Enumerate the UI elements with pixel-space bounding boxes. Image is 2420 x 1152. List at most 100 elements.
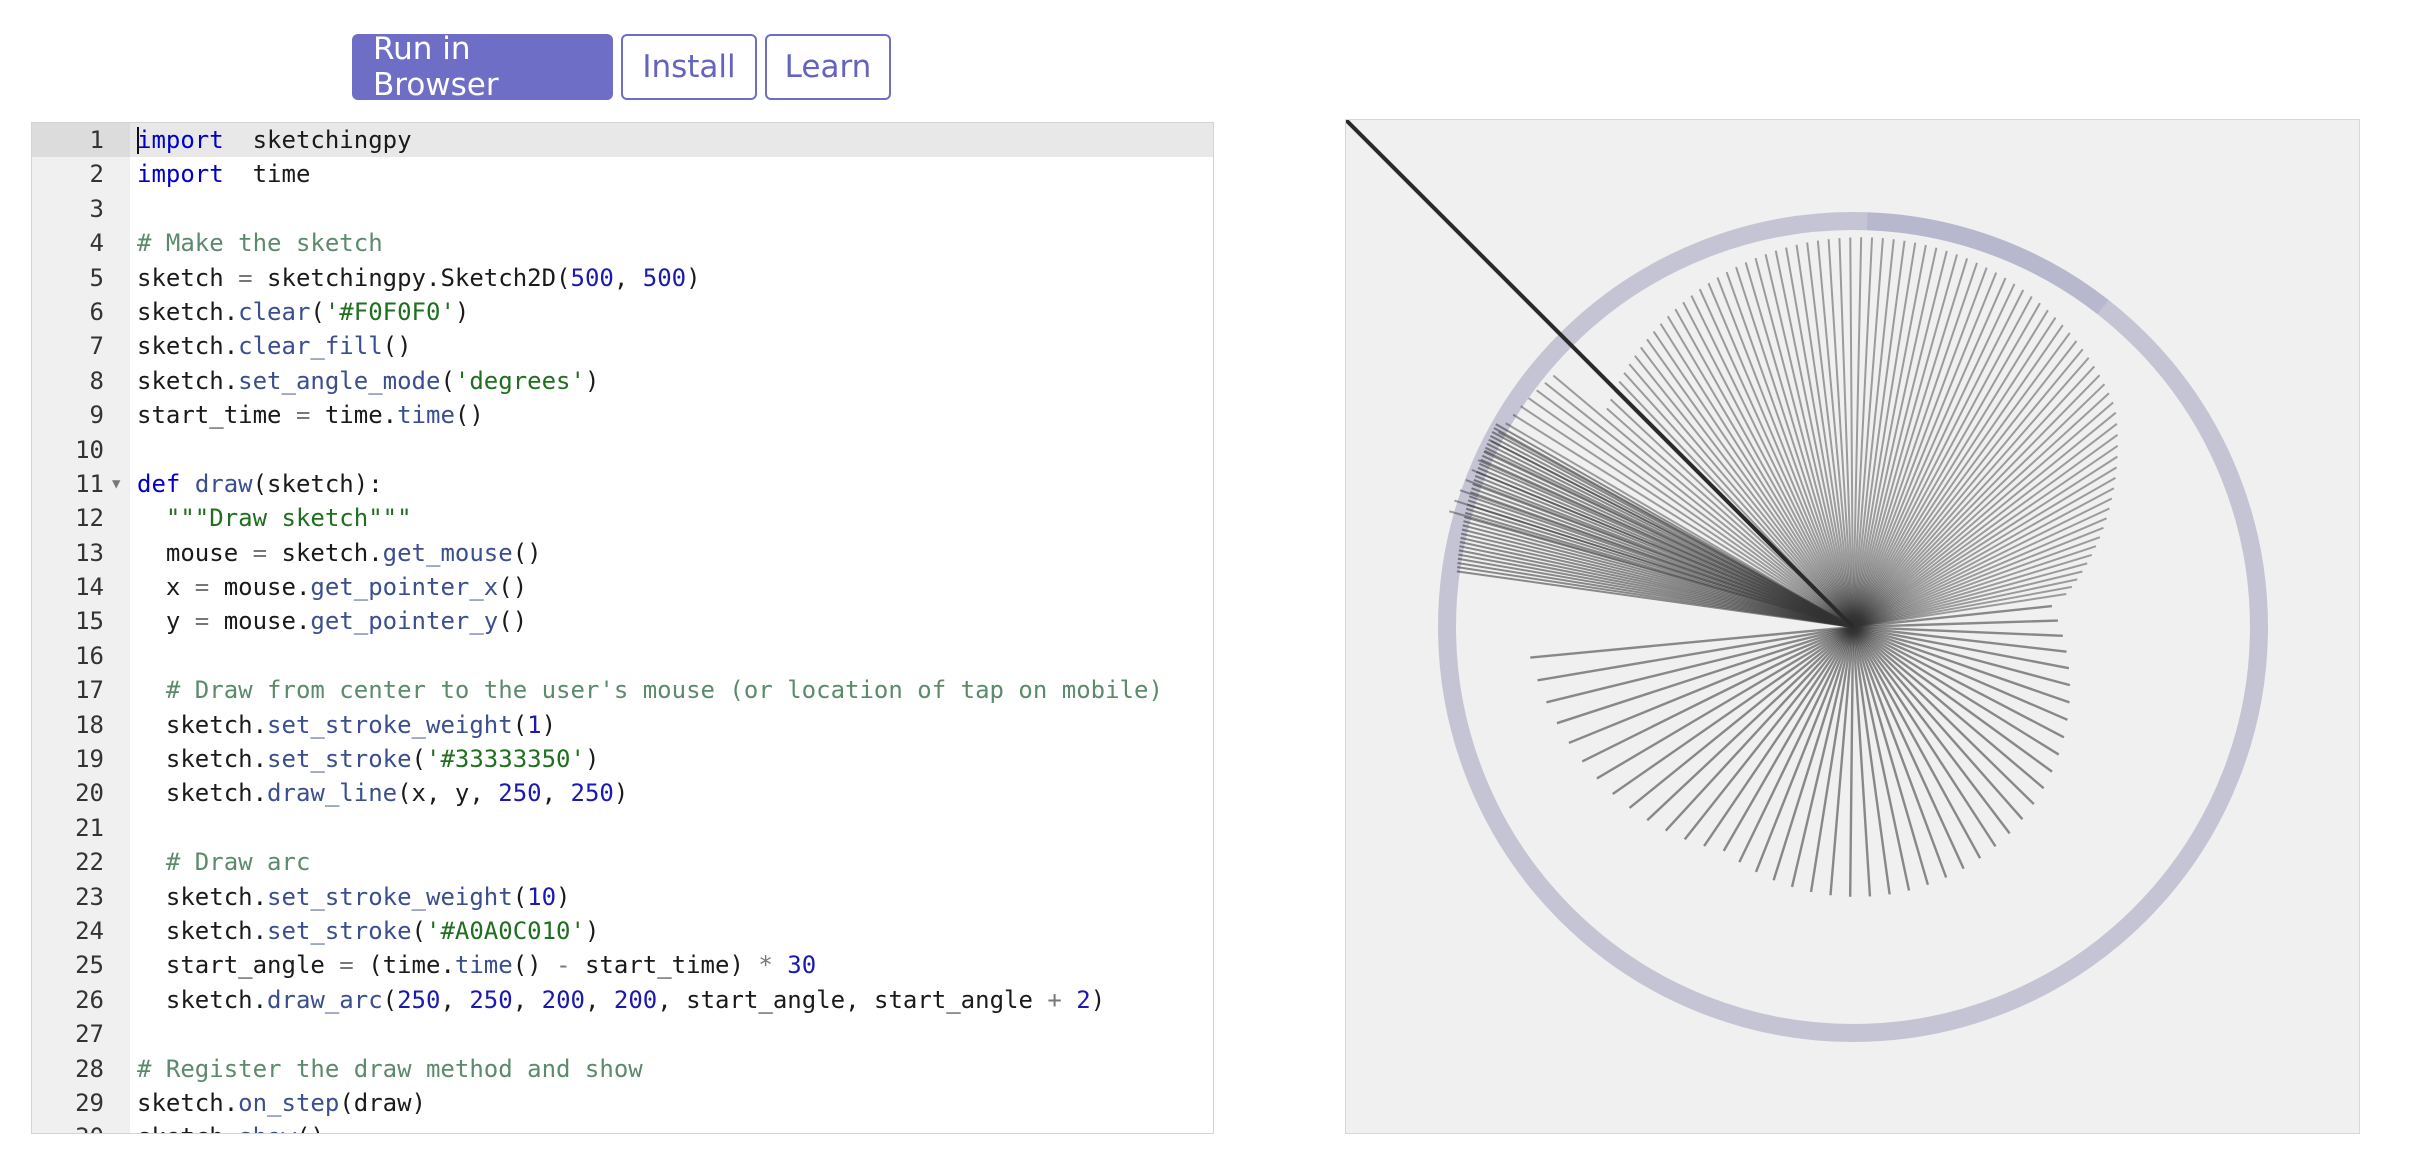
code-line[interactable]: 14 x = mouse.get_pointer_x() [32, 570, 1213, 604]
code-line[interactable]: 5 sketch = sketchingpy.Sketch2D(500, 500) [32, 261, 1213, 295]
code-token: sketch. [137, 710, 268, 739]
code-token: sketch. [137, 1088, 239, 1117]
code-token: start_time [137, 401, 296, 430]
code-line[interactable]: 24 sketch.set_stroke('#A0A0C010') [32, 914, 1213, 948]
code-text: # Make the sketch [137, 226, 383, 260]
code-token: ) [1090, 985, 1106, 1014]
code-line[interactable]: 13 mouse = sketch.get_mouse() [32, 536, 1213, 570]
code-text: sketch.set_stroke('#A0A0C010') [137, 914, 600, 948]
code-token: , start_angle, start_angle [657, 985, 1048, 1014]
run-in-browser-button[interactable]: Run in Browser [352, 31, 613, 103]
code-line[interactable]: 11 ▼ def draw(sketch): [32, 467, 1213, 501]
code-token: import [137, 126, 224, 154]
code-token: () [382, 332, 412, 361]
code-token: start_time) [570, 951, 759, 980]
code-line[interactable]: 19 sketch.set_stroke('#33333350') [32, 742, 1213, 776]
code-text: y = mouse.get_pointer_y() [137, 604, 527, 638]
code-token: 500 [642, 263, 687, 292]
code-token: () [454, 401, 484, 430]
code-editor[interactable]: 1 import sketchingpy 2 import time 3 4 # Make … [31, 122, 1214, 1134]
trail-line [1581, 625, 1854, 763]
code-line[interactable]: 29 sketch.on_step(draw) [32, 1086, 1213, 1120]
code-line[interactable]: 25 start_angle = (time.time() - start_ti… [32, 948, 1213, 982]
code-text: x = mouse.get_pointer_x() [137, 570, 527, 604]
code-token: () [512, 538, 542, 567]
code-token: 250 [469, 985, 513, 1014]
code-token: 10 [527, 882, 557, 911]
code-token: time [223, 160, 311, 189]
code-token: sketch. [137, 366, 239, 395]
code-line[interactable]: 23 sketch.set_stroke_weight(10) [32, 880, 1213, 914]
code-line[interactable]: 7 sketch.clear_fill() [32, 329, 1213, 363]
code-token: clear_fill [238, 332, 383, 361]
code-text: sketch.draw_line(x, y, 250, 250) [137, 776, 628, 810]
code-token: sketchingpy.Sketch2D( [252, 263, 571, 292]
line-number: 3 [89, 194, 104, 223]
code-text: sketch.show() [137, 1120, 325, 1133]
code-line[interactable]: 22 # Draw arc [32, 845, 1213, 879]
code-line[interactable]: 28 # Register the draw method and show [32, 1052, 1213, 1086]
code-line[interactable]: 16 [32, 639, 1213, 673]
code-line[interactable]: 15 y = mouse.get_pointer_y() [32, 604, 1213, 638]
code-token: () [498, 607, 528, 636]
code-token: mouse. [209, 607, 311, 636]
code-line[interactable]: 6 sketch.clear('#F0F0F0') [32, 295, 1213, 329]
code-token: (draw) [339, 1088, 427, 1117]
code-text: import time [137, 157, 310, 191]
line-number: 23 [75, 882, 104, 911]
code-line[interactable]: 18 sketch.set_stroke_weight(1) [32, 708, 1213, 742]
code-token: '#A0A0C010' [426, 916, 585, 945]
sketch-canvas[interactable] [1345, 119, 2360, 1134]
code-line[interactable]: 27 [32, 1017, 1213, 1051]
code-line[interactable]: 26 sketch.draw_arc(250, 250, 200, 200, s… [32, 983, 1213, 1017]
code-line[interactable]: 4 # Make the sketch [32, 226, 1213, 260]
code-token: 250 [570, 779, 614, 808]
code-line[interactable]: 12 """Draw sketch""" [32, 501, 1213, 535]
trail-line [1852, 626, 2035, 805]
sketch-drawing[interactable] [1346, 120, 2361, 1135]
code-token: set_stroke [267, 916, 412, 945]
code-token: set_stroke [267, 745, 412, 774]
line-number: 8 [89, 366, 104, 395]
code-token: - [556, 951, 571, 980]
install-button[interactable]: Install [621, 34, 757, 100]
code-token: # Register the draw method and show [137, 1054, 643, 1083]
code-line[interactable]: 10 [32, 433, 1213, 467]
code-token: ( [440, 366, 455, 395]
code-text: sketch.set_stroke('#33333350') [137, 742, 600, 776]
code-text: sketch.on_step(draw) [137, 1086, 426, 1120]
code-line[interactable]: 2 import time [32, 157, 1213, 191]
code-token: show [238, 1123, 296, 1133]
line-number: 2 [89, 160, 104, 189]
code-line[interactable]: 21 [32, 811, 1213, 845]
code-line[interactable]: 1 import sketchingpy [32, 123, 1213, 157]
code-line[interactable]: 3 [32, 192, 1213, 226]
code-line[interactable]: 20 sketch.draw_line(x, y, 250, 250) [32, 776, 1213, 810]
line-number: 10 [75, 435, 104, 464]
code-token: set_stroke_weight [267, 710, 513, 739]
code-token: ) [584, 366, 600, 395]
code-line[interactable]: 9 start_time = time.time() [32, 398, 1213, 432]
fold-toggle-icon[interactable]: ▼ [112, 467, 120, 501]
line-number: 29 [75, 1088, 104, 1117]
code-token: sketch. [267, 538, 383, 567]
code-line[interactable]: 30 sketch.show() [32, 1120, 1213, 1133]
code-token: draw_arc [267, 985, 383, 1014]
code-token: '#F0F0F0' [324, 297, 455, 326]
mouse-trail-lines [1448, 237, 2119, 897]
learn-button[interactable]: Learn [765, 34, 891, 100]
code-token: , [541, 779, 571, 808]
code-line[interactable]: 8 sketch.set_angle_mode('degrees') [32, 364, 1213, 398]
code-line[interactable]: 17 # Draw from center to the user's mous… [32, 673, 1213, 707]
code-token: , [512, 985, 542, 1014]
code-lines[interactable]: 1 import sketchingpy 2 import time 3 4 # Make … [32, 123, 1213, 1133]
code-token: 1 [527, 710, 542, 739]
line-number: 5 [89, 263, 104, 292]
code-token: * [758, 951, 773, 980]
code-token: time. [310, 401, 398, 430]
code-token: ) [541, 710, 557, 739]
code-token: , [584, 985, 614, 1014]
code-token: ) [556, 882, 571, 911]
